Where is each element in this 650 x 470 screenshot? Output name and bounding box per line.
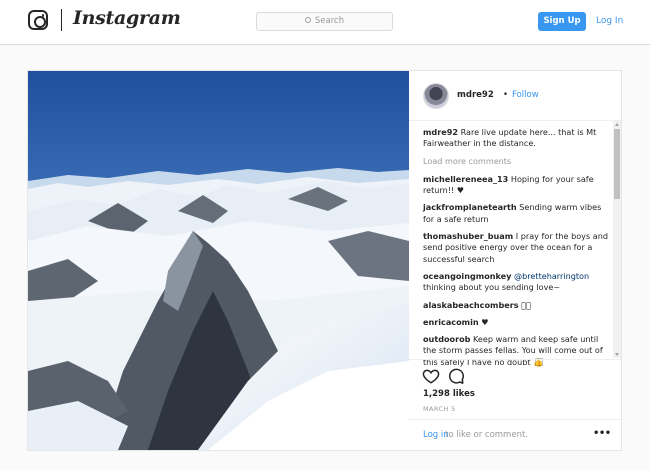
comment-username[interactable]: jackfromplanetearth bbox=[423, 202, 517, 212]
comment-mention-link[interactable]: @bretteharrington bbox=[514, 271, 589, 281]
likes-count[interactable]: 1,298 likes bbox=[423, 389, 475, 399]
heart-icon[interactable] bbox=[422, 367, 440, 385]
comment: oceangoingmonkey @bretteharrington think… bbox=[423, 271, 609, 294]
comment: thomashuber_buam I pray for the boys and… bbox=[423, 231, 609, 265]
comment: alaskabeachcombers ⃞⃞ bbox=[423, 300, 609, 311]
post-photo[interactable] bbox=[28, 71, 409, 450]
load-more-comments-link[interactable]: Load more comments bbox=[423, 156, 609, 167]
log-in-link[interactable]: Log In bbox=[596, 12, 623, 31]
comment-username[interactable]: enricacomin bbox=[423, 317, 479, 327]
footer-prompt-text: to like or comment. bbox=[445, 430, 528, 440]
avatar[interactable] bbox=[423, 83, 449, 109]
comment-username[interactable]: michellereneea_13 bbox=[423, 174, 508, 184]
comment: michellereneea_13 Hoping for your safe r… bbox=[423, 174, 609, 197]
post-username[interactable]: mdre92 bbox=[457, 90, 494, 100]
caption: mdre92 Rare live update here... that is … bbox=[423, 127, 609, 150]
comment-username[interactable]: oceangoingmonkey bbox=[423, 271, 511, 281]
search-icon bbox=[304, 17, 311, 23]
post-header: mdre92 • Follow bbox=[409, 71, 621, 121]
comment: jackfromplanetearth Sending warm vibes f… bbox=[423, 202, 609, 225]
scrollbar-thumb[interactable] bbox=[614, 129, 620, 199]
post-card: mdre92 • Follow mdre92 Rare live update … bbox=[27, 70, 622, 451]
mountain-photo-image bbox=[28, 71, 409, 450]
post-footer: Log in to like or comment. ••• bbox=[409, 419, 621, 450]
comment-username[interactable]: thomashuber_buam bbox=[423, 231, 513, 241]
scroll-down-arrow-icon[interactable] bbox=[615, 353, 619, 356]
header-separator: • bbox=[503, 90, 509, 100]
logo-divider bbox=[61, 9, 62, 31]
comment: enricacomin ♥ bbox=[423, 317, 609, 328]
instagram-camera-icon[interactable] bbox=[28, 10, 48, 30]
comment-username[interactable]: outdoorob bbox=[423, 334, 470, 344]
comment-text: thinking about you sending love~ bbox=[423, 282, 561, 293]
comment-username[interactable]: alaskabeachcombers bbox=[423, 300, 519, 310]
instagram-wordmark[interactable]: Instagram bbox=[73, 7, 181, 29]
comment-text: ♥ bbox=[481, 316, 489, 327]
post-date: MARCH 5 bbox=[423, 405, 456, 413]
comment-icon[interactable] bbox=[447, 367, 465, 385]
search-input[interactable]: Search bbox=[256, 12, 393, 31]
post-sidebar: mdre92 • Follow mdre92 Rare live update … bbox=[409, 71, 621, 450]
scroll-up-arrow-icon[interactable] bbox=[615, 123, 619, 126]
search-placeholder: Search bbox=[314, 16, 345, 26]
top-navigation: Instagram Search Sign Up Log In bbox=[0, 0, 650, 45]
follow-button[interactable]: Follow bbox=[512, 90, 539, 100]
post-actions: 1,298 likes MARCH 5 bbox=[409, 359, 621, 419]
more-options-icon[interactable]: ••• bbox=[593, 428, 611, 439]
caption-username[interactable]: mdre92 bbox=[423, 127, 458, 137]
sign-up-button[interactable]: Sign Up bbox=[538, 12, 586, 31]
comments-list: mdre92 Rare live update here... that is … bbox=[423, 127, 609, 374]
comments-scrollbar[interactable] bbox=[613, 121, 621, 358]
